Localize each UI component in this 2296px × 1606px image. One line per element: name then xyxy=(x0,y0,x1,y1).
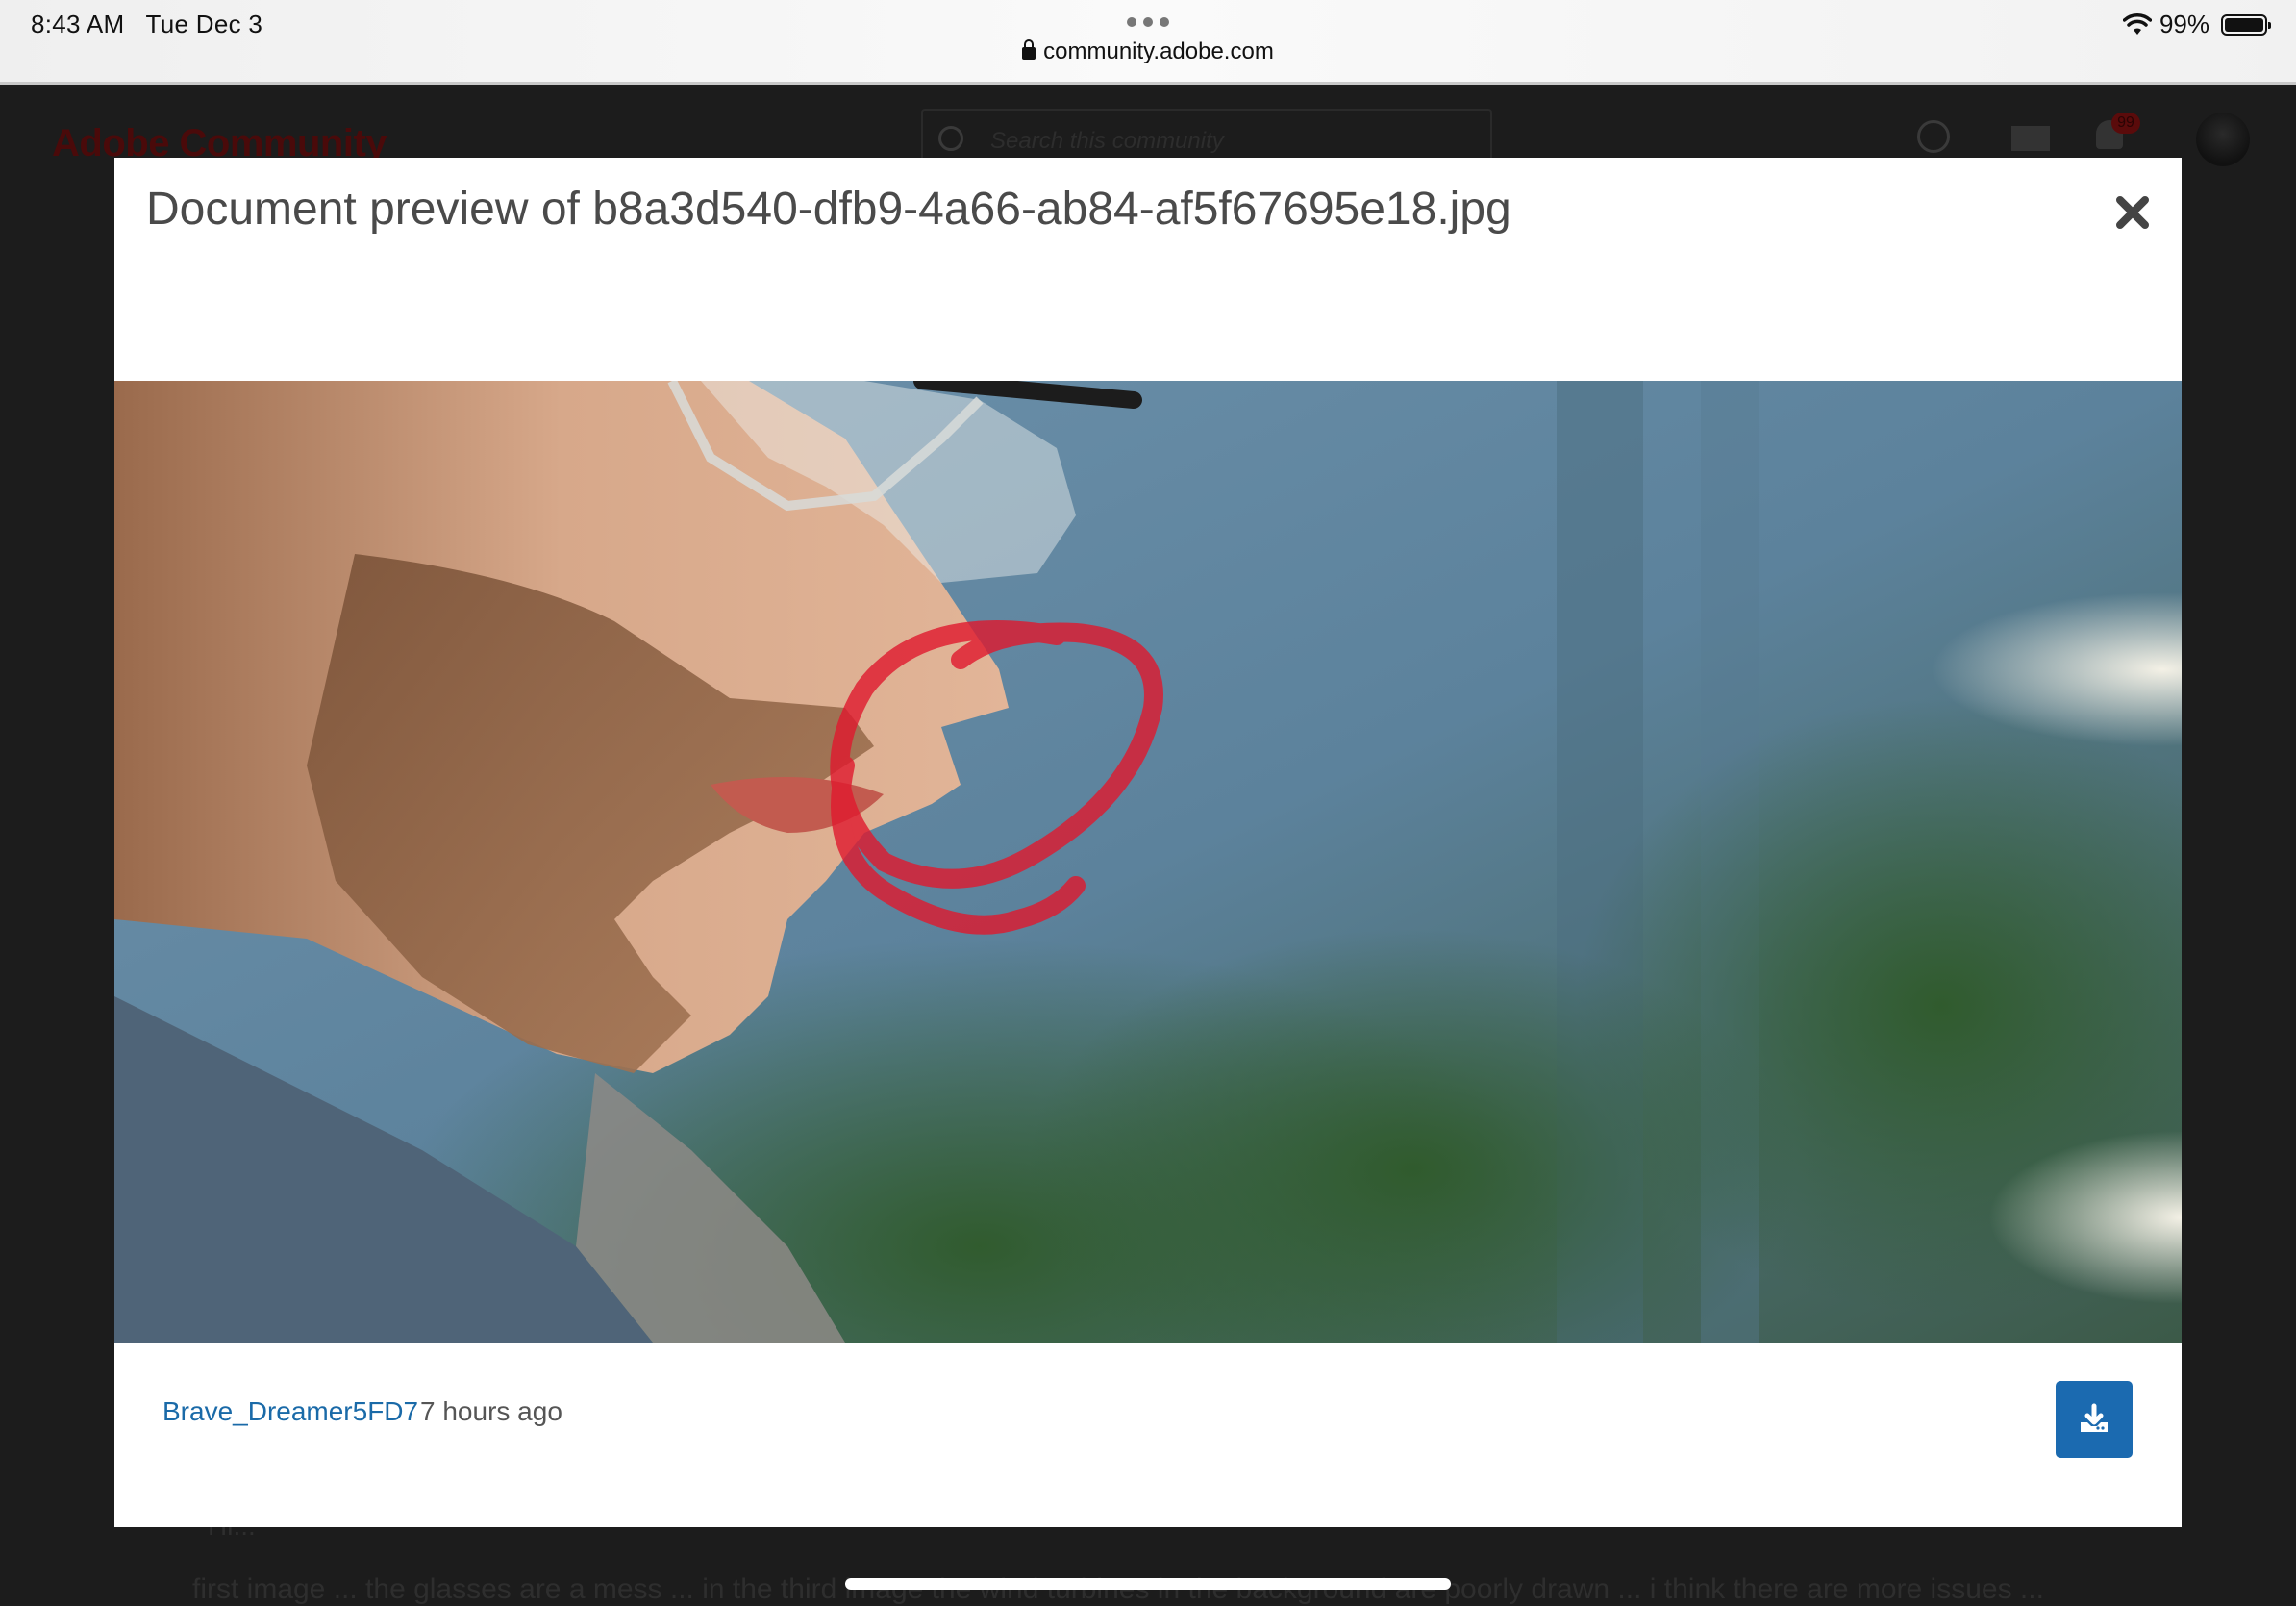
modal-title: Document preview of b8a3d540-dfb9-4a66-a… xyxy=(146,184,1511,235)
download-button[interactable] xyxy=(2056,1381,2133,1458)
modal-header: Document preview of b8a3d540-dfb9-4a66-a… xyxy=(114,158,2182,381)
avatar xyxy=(2196,113,2250,166)
notification-badge: 99 xyxy=(2111,113,2140,134)
home-indicator[interactable] xyxy=(845,1578,1451,1590)
post-timestamp: 7 hours ago xyxy=(420,1396,562,1426)
search-placeholder: Search this community xyxy=(990,128,1224,154)
modal-footer: Brave_Dreamer5FD7 7 hours ago xyxy=(114,1343,2182,1527)
close-button[interactable] xyxy=(2110,190,2155,235)
lock-icon xyxy=(1022,39,1036,60)
status-time: 8:43 AM Tue Dec 3 xyxy=(31,10,262,39)
more-tabs-icon[interactable] xyxy=(1127,17,1169,27)
preview-photo xyxy=(114,381,2182,1343)
status-date: Tue Dec 3 xyxy=(145,10,263,38)
ios-status-bar: 8:43 AM Tue Dec 3 community.adobe.com 99% xyxy=(0,0,2296,85)
author-link[interactable]: Brave_Dreamer5FD7 xyxy=(162,1396,418,1427)
wifi-icon xyxy=(2122,13,2152,35)
address-bar[interactable]: community.adobe.com xyxy=(0,38,2296,65)
battery-percent: 99% xyxy=(2159,10,2209,38)
preview-image xyxy=(114,381,2182,1343)
close-icon xyxy=(2116,196,2149,229)
status-time-text: 8:43 AM xyxy=(31,10,125,38)
globe-icon xyxy=(1917,120,1950,153)
download-icon xyxy=(2081,1403,2108,1432)
battery-icon xyxy=(2221,13,2271,36)
url-text: community.adobe.com xyxy=(1043,38,1274,64)
document-preview-modal: Document preview of b8a3d540-dfb9-4a66-a… xyxy=(114,158,2182,1527)
mail-icon xyxy=(2011,126,2050,151)
status-indicators: 99% xyxy=(2122,10,2271,39)
search-icon xyxy=(938,126,963,151)
